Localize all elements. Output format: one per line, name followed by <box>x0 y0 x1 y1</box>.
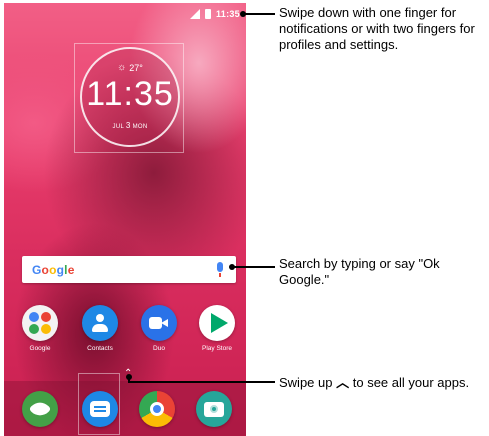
app-label: Google <box>29 345 51 352</box>
app-label: Contacts <box>87 345 113 352</box>
status-time: 11:35 <box>215 9 240 19</box>
chrome-icon[interactable] <box>139 391 175 427</box>
date-day: 3 <box>125 121 131 130</box>
sun-icon: ☼ <box>117 62 127 73</box>
app-play-store[interactable]: Play Store <box>192 305 242 352</box>
callout-line-swipe <box>130 381 275 383</box>
callout-search-text: Search by typing or say "Ok Google." <box>279 256 440 287</box>
signal-icon <box>189 9 200 19</box>
swipe-prefix: Swipe up <box>279 375 333 390</box>
date-month: JUL <box>112 124 124 130</box>
clock-widget[interactable]: ☼ 27° 11:35 JUL 3 MON <box>80 47 180 147</box>
temperature: 27° <box>129 62 143 73</box>
contacts-icon <box>82 305 118 341</box>
duo-icon <box>141 305 177 341</box>
google-folder-icon <box>22 305 58 341</box>
microphone-icon[interactable] <box>214 261 226 278</box>
app-label: Play Store <box>202 345 232 352</box>
app-label: Duo <box>153 345 165 352</box>
clock-date: JUL 3 MON <box>82 121 178 130</box>
date-weekday: MON <box>132 124 148 130</box>
callout-swipe-text: Swipe up ︿ to see all your apps. <box>279 375 485 391</box>
app-google-folder[interactable]: Google <box>15 305 65 352</box>
google-logo: Google <box>32 262 75 277</box>
weather-readout: ☼ 27° <box>82 62 178 73</box>
callout-line-status <box>244 13 275 15</box>
camera-icon[interactable] <box>196 391 232 427</box>
dock-guide-box <box>78 373 120 435</box>
callout-status-text: Swipe down with one finger for notificat… <box>279 5 475 52</box>
caret-up-icon: ︿ <box>336 375 350 390</box>
status-bar[interactable]: 11:35 <box>4 3 246 25</box>
phone-icon[interactable] <box>22 391 58 427</box>
callout-line-swipe-vertical <box>128 376 130 383</box>
swipe-suffix: to see all your apps. <box>352 375 470 390</box>
app-contacts[interactable]: Contacts <box>75 305 125 352</box>
callout-line-search <box>233 266 275 268</box>
play-store-icon <box>199 305 235 341</box>
google-search-bar[interactable]: Google <box>22 256 236 283</box>
app-duo[interactable]: Duo <box>134 305 184 352</box>
clock-time: 11:35 <box>86 75 174 113</box>
battery-icon <box>204 9 211 19</box>
home-screen: 11:35 ☼ 27° 11:35 JUL 3 MON Google Googl… <box>4 3 246 436</box>
favorites-dock <box>4 381 246 436</box>
